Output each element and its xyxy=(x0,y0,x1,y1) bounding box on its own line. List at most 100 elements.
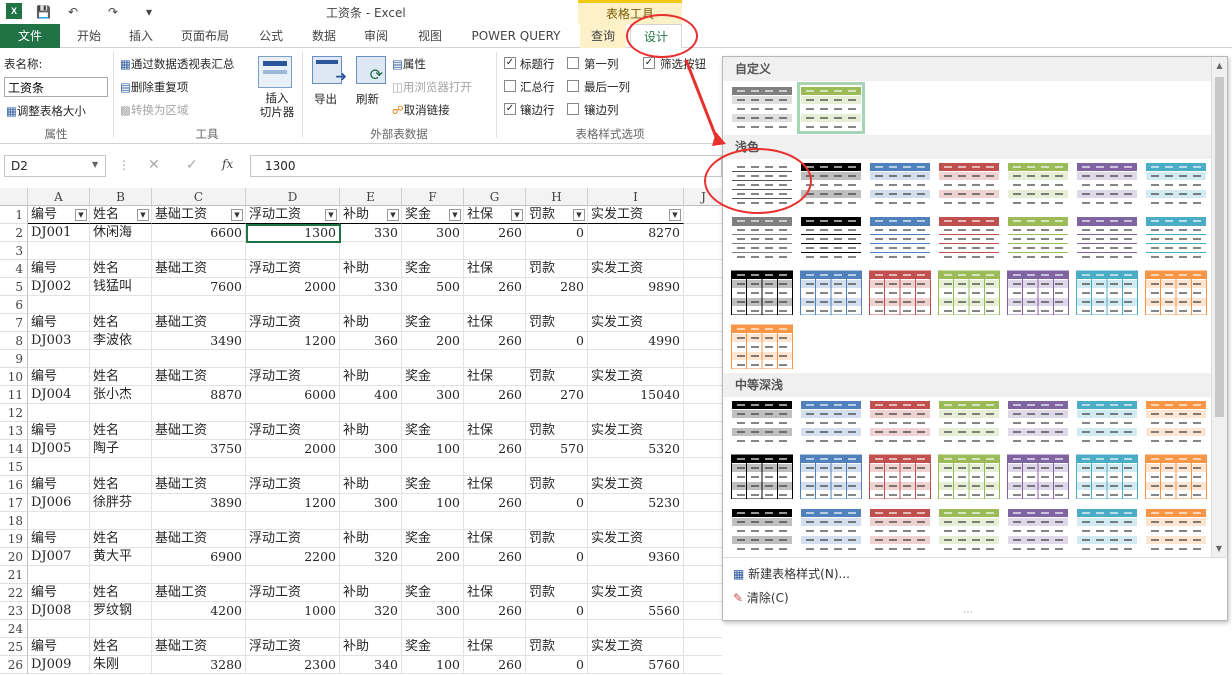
name-box-dropdown-icon[interactable]: ▼ xyxy=(92,160,98,169)
style-medium-2-6[interactable] xyxy=(1145,507,1207,553)
data-cell[interactable]: 5560 xyxy=(588,602,684,620)
cell[interactable] xyxy=(402,242,464,260)
data-cell[interactable]: 300 xyxy=(402,602,464,620)
data-cell[interactable]: 320 xyxy=(340,602,402,620)
row-header[interactable]: 1 xyxy=(0,206,28,224)
cell[interactable] xyxy=(246,242,340,260)
cell[interactable] xyxy=(340,458,402,476)
style-light-3-4[interactable] xyxy=(1007,269,1069,315)
style-light-2-2[interactable] xyxy=(869,215,931,261)
cell[interactable] xyxy=(588,512,684,530)
cell[interactable] xyxy=(28,458,90,476)
style-light-4-0[interactable] xyxy=(731,323,793,369)
column-header-B[interactable]: B xyxy=(90,188,152,206)
column-header-I[interactable]: I xyxy=(588,188,684,206)
cell[interactable] xyxy=(464,458,526,476)
style-light-3-1[interactable] xyxy=(800,269,862,315)
cell[interactable] xyxy=(402,458,464,476)
cell[interactable] xyxy=(588,566,684,584)
header-cell[interactable]: 补助 xyxy=(340,584,402,602)
header-cell[interactable]: 基础工资 xyxy=(152,476,246,494)
cell[interactable] xyxy=(684,548,722,566)
row-header[interactable]: 24 xyxy=(0,620,28,638)
style-medium-0-1[interactable] xyxy=(800,399,862,445)
cell[interactable] xyxy=(588,404,684,422)
cell[interactable] xyxy=(402,512,464,530)
convert-to-range-button[interactable]: ▩转换为区域 xyxy=(120,102,188,118)
header-cell[interactable]: 基础工资 xyxy=(152,314,246,332)
header-cell[interactable]: 社保 xyxy=(464,368,526,386)
row-header[interactable]: 7 xyxy=(0,314,28,332)
row-header[interactable]: 20 xyxy=(0,548,28,566)
data-cell[interactable]: 260 xyxy=(464,224,526,242)
cell[interactable] xyxy=(402,296,464,314)
tab-insert[interactable]: 插入 xyxy=(118,24,164,48)
data-cell[interactable]: 200 xyxy=(402,332,464,350)
data-cell[interactable]: DJ006 xyxy=(28,494,90,512)
gallery-scroll-thumb[interactable] xyxy=(1215,77,1224,417)
cell[interactable] xyxy=(340,296,402,314)
data-cell[interactable]: 300 xyxy=(340,494,402,512)
cell[interactable] xyxy=(28,566,90,584)
header-cell[interactable]: 基础工资 xyxy=(152,368,246,386)
column-header-H[interactable]: H xyxy=(526,188,588,206)
cell[interactable] xyxy=(526,566,588,584)
cell[interactable] xyxy=(90,620,152,638)
header-cell[interactable]: 浮动工资 xyxy=(246,314,340,332)
header-cell[interactable]: 浮动工资 xyxy=(246,368,340,386)
style-medium-0-4[interactable] xyxy=(1007,399,1069,445)
cell[interactable] xyxy=(684,260,722,278)
cell[interactable] xyxy=(90,242,152,260)
column-header-C[interactable]: C xyxy=(152,188,246,206)
data-cell[interactable]: 休闲海 xyxy=(90,224,152,242)
header-cell[interactable]: 社保 xyxy=(464,530,526,548)
data-cell[interactable]: 0 xyxy=(526,656,588,674)
header-cell[interactable]: 实发工资 xyxy=(588,476,684,494)
row-header[interactable]: 14 xyxy=(0,440,28,458)
filter-dropdown-icon[interactable]: ▼ xyxy=(387,209,399,221)
scroll-up-icon[interactable]: ▲ xyxy=(1212,61,1227,70)
data-cell[interactable]: 2300 xyxy=(246,656,340,674)
cell[interactable] xyxy=(28,242,90,260)
new-table-style-button[interactable]: ▦ 新建表格样式(N)... xyxy=(733,565,850,582)
style-light-1-6[interactable] xyxy=(1145,161,1207,207)
data-cell[interactable]: 300 xyxy=(402,224,464,242)
data-cell[interactable]: 100 xyxy=(402,440,464,458)
header-cell[interactable]: 实发工资 xyxy=(588,368,684,386)
cell[interactable] xyxy=(90,512,152,530)
style-medium-0-5[interactable] xyxy=(1076,399,1138,445)
tab-view[interactable]: 视图 xyxy=(406,24,454,48)
header-cell[interactable]: 基础工资 xyxy=(152,260,246,278)
filter-dropdown-icon[interactable]: ▼ xyxy=(325,209,337,221)
data-cell[interactable]: 0 xyxy=(526,494,588,512)
cell[interactable] xyxy=(684,278,722,296)
insert-function-icon[interactable]: fx xyxy=(222,157,233,171)
data-cell[interactable]: 3280 xyxy=(152,656,246,674)
undo-icon[interactable]: ↶ xyxy=(68,3,78,21)
style-light-2-6[interactable] xyxy=(1145,215,1207,261)
row-header[interactable]: 19 xyxy=(0,530,28,548)
header-cell[interactable]: 实发工资 xyxy=(588,638,684,656)
cell[interactable] xyxy=(246,404,340,422)
column-header-A[interactable]: A xyxy=(28,188,90,206)
style-medium-0-0[interactable] xyxy=(731,399,793,445)
data-cell[interactable]: 0 xyxy=(526,548,588,566)
cell[interactable] xyxy=(684,530,722,548)
row-header[interactable]: 12 xyxy=(0,404,28,422)
header-cell[interactable]: 编号 xyxy=(28,476,90,494)
style-light-3-0[interactable] xyxy=(731,269,793,315)
header-cell[interactable]: 社保 xyxy=(464,638,526,656)
header-cell[interactable]: 姓名 xyxy=(90,476,152,494)
cell[interactable] xyxy=(246,512,340,530)
header-cell[interactable]: 编号 ▼ xyxy=(28,206,90,224)
data-cell[interactable]: DJ008 xyxy=(28,602,90,620)
tab-power-query[interactable]: POWER QUERY xyxy=(462,24,570,48)
data-cell[interactable]: 320 xyxy=(340,548,402,566)
cell[interactable] xyxy=(684,638,722,656)
filter-dropdown-icon[interactable]: ▼ xyxy=(231,209,243,221)
data-cell[interactable]: 360 xyxy=(340,332,402,350)
cell[interactable] xyxy=(526,350,588,368)
last-column-checkbox[interactable] xyxy=(567,80,579,92)
header-cell[interactable]: 实发工资 xyxy=(588,530,684,548)
cell[interactable] xyxy=(684,494,722,512)
